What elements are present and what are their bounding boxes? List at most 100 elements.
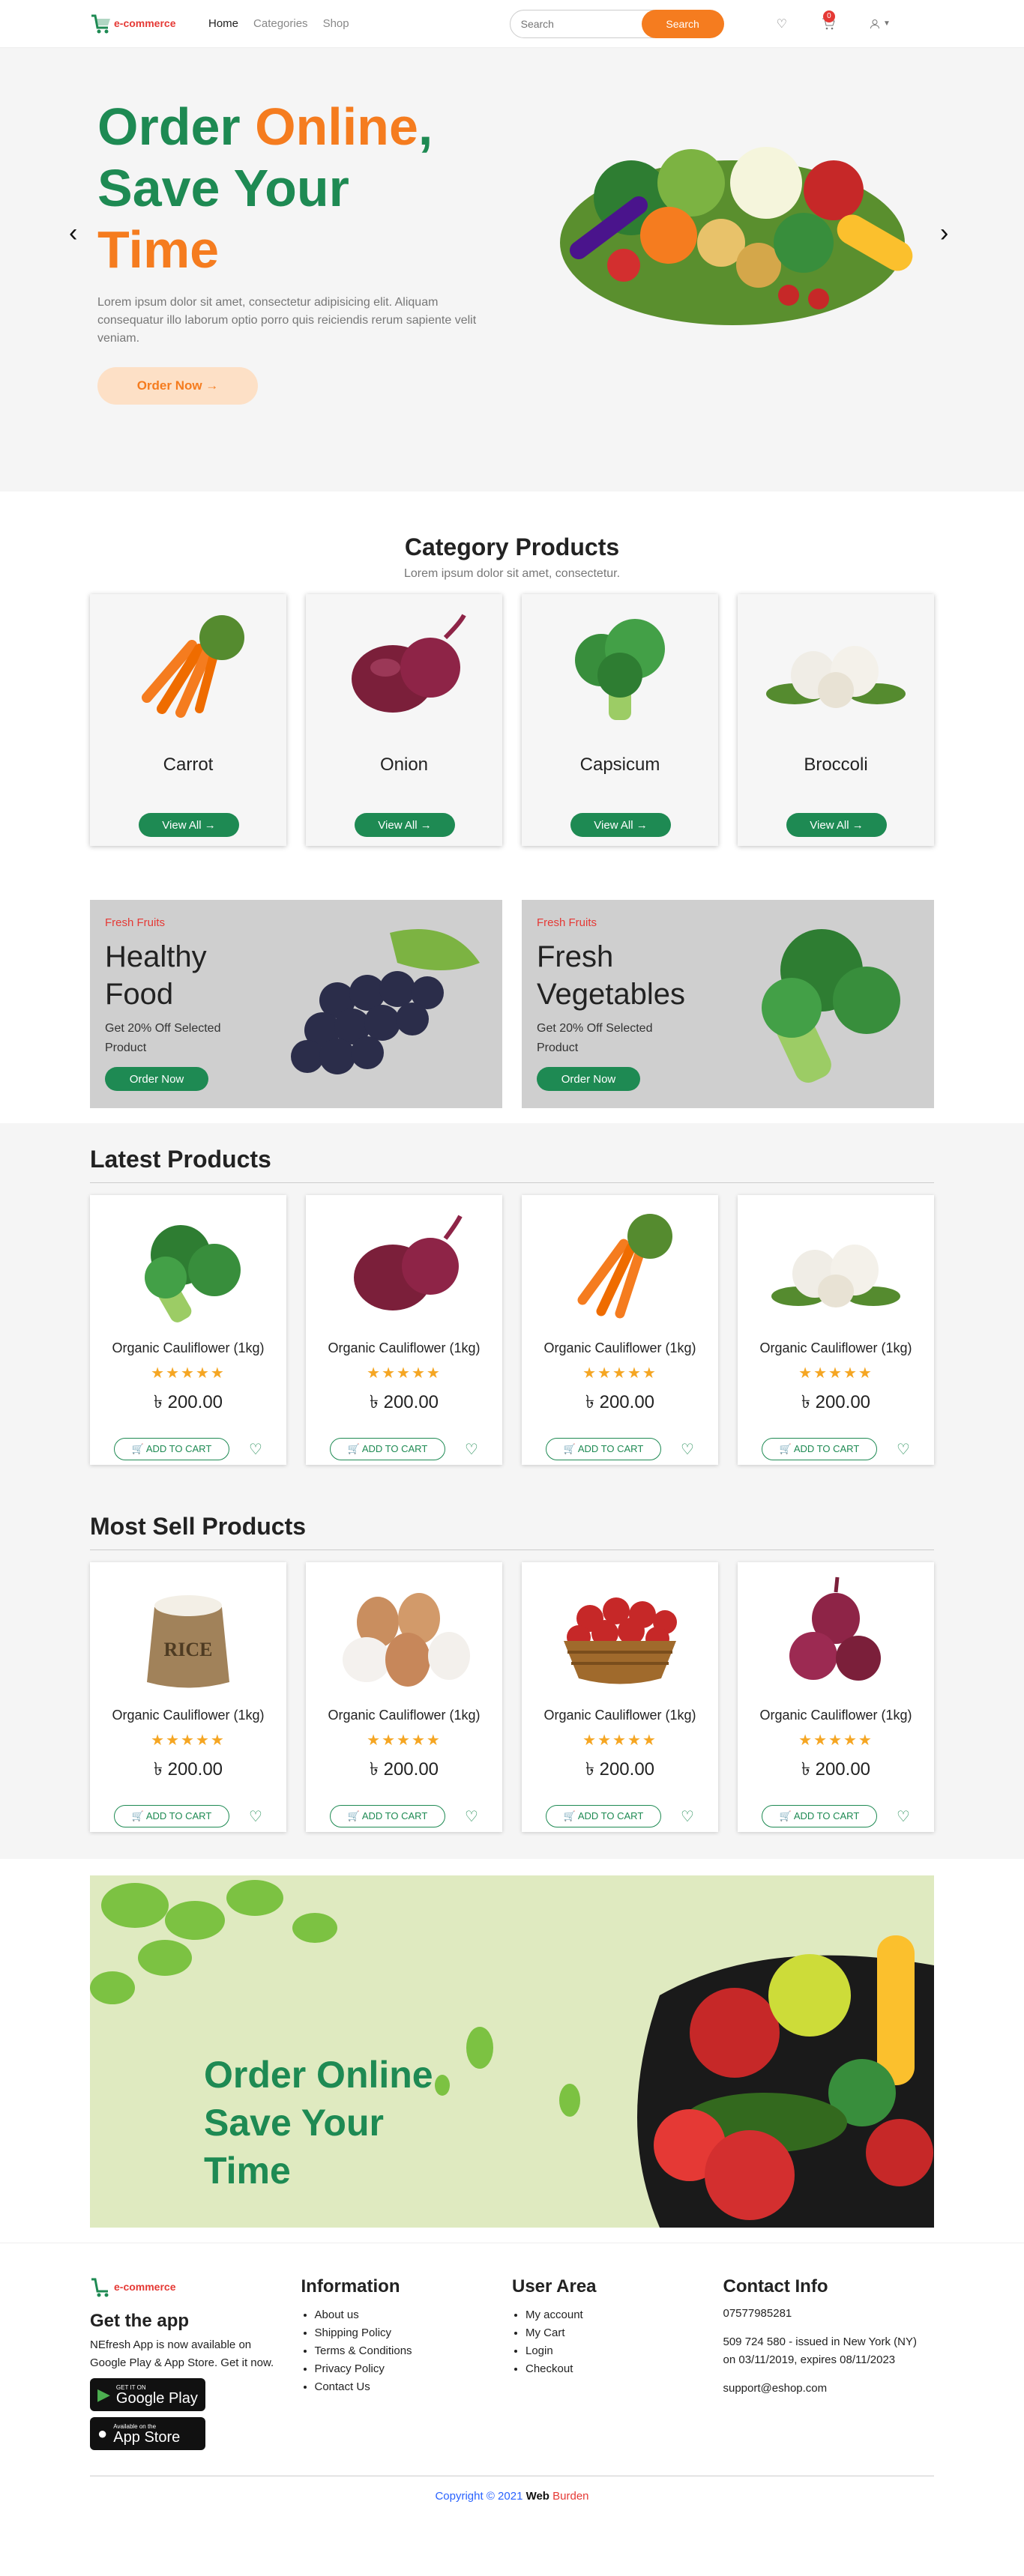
product-card[interactable]: Organic Cauliflower (1kg) ★★★★★ ৳ 200.00…: [738, 1195, 934, 1465]
wishlist-heart-icon[interactable]: ♡: [897, 1807, 910, 1826]
wishlist-heart-icon[interactable]: ♡: [681, 1440, 694, 1459]
hero-title-order: Order: [97, 97, 256, 156]
wishlist-heart-icon[interactable]: ♡: [465, 1807, 478, 1826]
google-play-badge[interactable]: ▶ GET IT ON Google Play: [90, 2378, 205, 2411]
product-actions: 🛒 ADD TO CART ♡: [522, 1805, 718, 1827]
app-store-badge[interactable]: ● Available on the App Store: [90, 2417, 205, 2450]
broccoli-image: [145, 1225, 241, 1322]
wishlist-heart-icon[interactable]: ♡: [777, 16, 787, 31]
wishlist-heart-icon[interactable]: ♡: [465, 1440, 478, 1459]
footer-link-privacy[interactable]: Privacy Policy: [315, 2360, 513, 2378]
apple-icon: ●: [97, 2424, 108, 2443]
search-input[interactable]: [509, 9, 660, 38]
add-to-cart-button[interactable]: 🛒 ADD TO CART: [330, 1805, 446, 1827]
view-all-button[interactable]: View All →: [786, 813, 887, 837]
footer-brand-logo[interactable]: e-commerce: [90, 2276, 202, 2299]
brand-logo[interactable]: e-commerce: [90, 13, 202, 35]
divider: [90, 1549, 934, 1550]
nav-home[interactable]: Home: [208, 17, 238, 30]
category-card-carrot[interactable]: Carrot View All →: [90, 594, 286, 846]
footer-link-account[interactable]: My account: [525, 2306, 723, 2324]
product-actions: 🛒 ADD TO CART ♡: [90, 1438, 286, 1460]
product-card[interactable]: Organic Cauliflower (1kg) ★★★★★ ৳ 200.00…: [90, 1195, 286, 1465]
divider: [90, 1182, 934, 1183]
product-card[interactable]: Organic Cauliflower (1kg) ★★★★★ ৳ 200.00…: [522, 1195, 718, 1465]
view-all-button[interactable]: View All →: [139, 813, 239, 837]
footer-link-about[interactable]: About us: [315, 2306, 513, 2324]
add-to-cart-button[interactable]: 🛒 ADD TO CART: [114, 1805, 230, 1827]
add-to-cart-label: ADD TO CART: [145, 1810, 212, 1821]
product-card[interactable]: Organic Cauliflower (1kg) ★★★★★ ৳ 200.00…: [306, 1562, 502, 1832]
copyright-burden[interactable]: Burden: [549, 2490, 588, 2503]
star-rating-icon: ★★★★★: [151, 1732, 226, 1749]
star-rating-icon: ★★★★★: [798, 1732, 873, 1749]
view-all-button[interactable]: View All →: [570, 813, 671, 837]
add-to-cart-button[interactable]: 🛒 ADD TO CART: [114, 1438, 230, 1460]
banner-order-now-button[interactable]: Order Now: [537, 1067, 640, 1091]
product-price: ৳ 200.00: [153, 1392, 223, 1412]
category-card-broccoli[interactable]: Broccoli View All →: [738, 594, 934, 846]
add-to-cart-button[interactable]: 🛒 ADD TO CART: [546, 1805, 662, 1827]
add-to-cart-label: ADD TO CART: [793, 1810, 860, 1821]
footer-link-checkout[interactable]: Checkout: [525, 2360, 723, 2378]
product-card[interactable]: Organic Cauliflower (1kg) ★★★★★ ৳ 200.00…: [306, 1195, 502, 1465]
slider-prev-arrow-icon[interactable]: ‹: [69, 219, 77, 248]
add-to-cart-label: ADD TO CART: [577, 1443, 644, 1454]
banner-title-line2: Vegetables: [537, 978, 685, 1011]
cart-logo-icon: [91, 2278, 109, 2297]
star-rating-icon: ★★★★★: [582, 1732, 657, 1749]
product-name: Organic Cauliflower (1kg): [543, 1708, 696, 1723]
product-card[interactable]: RICE Organic Cauliflower (1kg) ★★★★★ ৳ 2…: [90, 1562, 286, 1832]
wishlist-heart-icon[interactable]: ♡: [897, 1440, 910, 1459]
category-card-capsicum[interactable]: Capsicum View All →: [522, 594, 718, 846]
products-zone: Latest Products Organic Cauliflower (1kg…: [0, 1123, 1024, 1859]
wishlist-heart-icon[interactable]: ♡: [249, 1807, 262, 1826]
carrot-image: [577, 1214, 672, 1319]
add-to-cart-label: ADD TO CART: [361, 1443, 428, 1454]
cart-logo-icon: [91, 14, 110, 33]
banner-order-now-button[interactable]: Order Now: [105, 1067, 208, 1091]
eggs-image: [343, 1593, 470, 1687]
product-price: ৳ 200.00: [801, 1392, 871, 1412]
slider-next-arrow-icon[interactable]: ›: [940, 219, 948, 248]
footer-link-shipping[interactable]: Shipping Policy: [315, 2324, 513, 2342]
hero-order-now-button[interactable]: Order Now →: [97, 367, 258, 405]
user-area-links: My account My Cart Login Checkout: [512, 2306, 723, 2378]
contact-email[interactable]: support@eshop.com: [723, 2380, 935, 2398]
contact-phone: 07577985281: [723, 2307, 792, 2320]
star-rating-icon: ★★★★★: [367, 1732, 442, 1749]
product-name: Organic Cauliflower (1kg): [759, 1708, 912, 1723]
add-to-cart-button[interactable]: 🛒 ADD TO CART: [546, 1438, 662, 1460]
add-to-cart-button[interactable]: 🛒 ADD TO CART: [762, 1438, 878, 1460]
banner-healthy-food[interactable]: Fresh Fruits Healthy Food Get 20% Off Se…: [90, 900, 502, 1108]
banner-fresh-vegetables[interactable]: Fresh Fruits Fresh Vegetables Get 20% Of…: [522, 900, 934, 1108]
star-rating-icon: ★★★★★: [798, 1365, 873, 1382]
footer-app-column: e-commerce Get the app NEfresh App is no…: [90, 2276, 301, 2450]
banner-desc-line1: Get 20% Off Selected: [105, 1022, 221, 1035]
footer-link-terms[interactable]: Terms & Conditions: [315, 2342, 513, 2360]
copyright-web[interactable]: Web: [526, 2490, 549, 2503]
nav-categories[interactable]: Categories: [253, 17, 308, 30]
promo-line3: Time: [204, 2150, 291, 2192]
product-card[interactable]: Organic Cauliflower (1kg) ★★★★★ ৳ 200.00…: [738, 1562, 934, 1832]
add-to-cart-button[interactable]: 🛒 ADD TO CART: [762, 1805, 878, 1827]
wishlist-heart-icon[interactable]: ♡: [681, 1807, 694, 1826]
most-sell-products-list: RICE Organic Cauliflower (1kg) ★★★★★ ৳ 2…: [0, 1562, 1024, 1832]
product-price: ৳ 200.00: [801, 1759, 871, 1780]
banner-title-line1: Healthy: [105, 940, 207, 973]
wishlist-heart-icon[interactable]: ♡: [249, 1440, 262, 1459]
apple-basket-image: [564, 1597, 677, 1684]
user-menu[interactable]: ▼: [870, 19, 891, 29]
footer-link-cart[interactable]: My Cart: [525, 2324, 723, 2342]
search-button[interactable]: Search: [641, 9, 724, 38]
promo-line1: Order Online: [204, 2054, 433, 2096]
category-card-onion[interactable]: Onion View All →: [306, 594, 502, 846]
nav-shop[interactable]: Shop: [323, 17, 349, 30]
footer-link-contact[interactable]: Contact Us: [315, 2378, 513, 2396]
view-all-button[interactable]: View All →: [355, 813, 455, 837]
cart-icon[interactable]: 0: [822, 10, 835, 30]
footer-link-login[interactable]: Login: [525, 2342, 723, 2360]
product-card[interactable]: Organic Cauliflower (1kg) ★★★★★ ৳ 200.00…: [522, 1562, 718, 1832]
add-to-cart-button[interactable]: 🛒 ADD TO CART: [330, 1438, 446, 1460]
product-price: ৳ 200.00: [585, 1759, 655, 1780]
